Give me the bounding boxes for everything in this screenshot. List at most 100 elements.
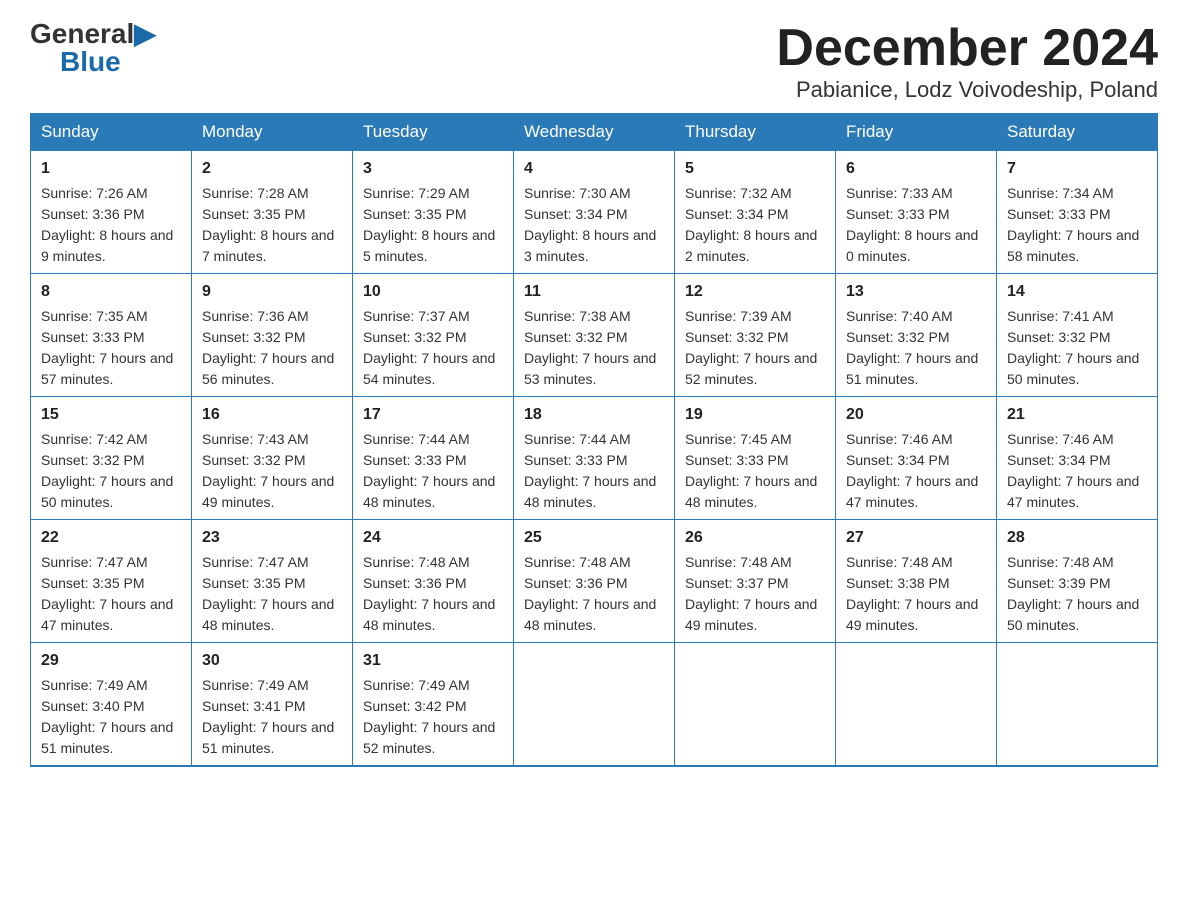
sunset-text: Sunset: 3:37 PM (685, 575, 789, 591)
day-number: 31 (363, 649, 503, 673)
page-header: General▶ Blue December 2024 Pabianice, L… (30, 20, 1158, 103)
col-header-sunday: Sunday (31, 114, 192, 151)
sunset-text: Sunset: 3:35 PM (41, 575, 145, 591)
col-header-monday: Monday (192, 114, 353, 151)
calendar-cell (997, 643, 1158, 767)
day-number: 8 (41, 280, 181, 304)
calendar-cell: 29Sunrise: 7:49 AMSunset: 3:40 PMDayligh… (31, 643, 192, 767)
day-number: 5 (685, 157, 825, 181)
sunrise-text: Sunrise: 7:37 AM (363, 308, 470, 324)
sunset-text: Sunset: 3:33 PM (846, 206, 950, 222)
day-number: 11 (524, 280, 664, 304)
calendar-cell: 8Sunrise: 7:35 AMSunset: 3:33 PMDaylight… (31, 274, 192, 397)
sunrise-text: Sunrise: 7:38 AM (524, 308, 631, 324)
sunrise-text: Sunrise: 7:48 AM (363, 554, 470, 570)
day-number: 7 (1007, 157, 1147, 181)
sunrise-text: Sunrise: 7:48 AM (685, 554, 792, 570)
sunrise-text: Sunrise: 7:34 AM (1007, 185, 1114, 201)
daylight-text: Daylight: 7 hours and 52 minutes. (363, 719, 495, 756)
calendar-cell: 22Sunrise: 7:47 AMSunset: 3:35 PMDayligh… (31, 520, 192, 643)
col-header-saturday: Saturday (997, 114, 1158, 151)
sunrise-text: Sunrise: 7:28 AM (202, 185, 309, 201)
calendar-cell: 18Sunrise: 7:44 AMSunset: 3:33 PMDayligh… (514, 397, 675, 520)
day-number: 15 (41, 403, 181, 427)
daylight-text: Daylight: 7 hours and 51 minutes. (41, 719, 173, 756)
calendar-cell: 19Sunrise: 7:45 AMSunset: 3:33 PMDayligh… (675, 397, 836, 520)
sunrise-text: Sunrise: 7:46 AM (846, 431, 953, 447)
day-number: 30 (202, 649, 342, 673)
day-number: 28 (1007, 526, 1147, 550)
sunset-text: Sunset: 3:36 PM (41, 206, 145, 222)
calendar-table: SundayMondayTuesdayWednesdayThursdayFrid… (30, 113, 1158, 767)
day-number: 6 (846, 157, 986, 181)
sunset-text: Sunset: 3:34 PM (1007, 452, 1111, 468)
sunrise-text: Sunrise: 7:49 AM (41, 677, 148, 693)
calendar-cell: 12Sunrise: 7:39 AMSunset: 3:32 PMDayligh… (675, 274, 836, 397)
sunset-text: Sunset: 3:41 PM (202, 698, 306, 714)
sunrise-text: Sunrise: 7:47 AM (202, 554, 309, 570)
sunrise-text: Sunrise: 7:44 AM (524, 431, 631, 447)
logo-general-text: General▶ (30, 20, 156, 48)
day-number: 12 (685, 280, 825, 304)
logo-blue-text: Blue (60, 48, 121, 76)
sunset-text: Sunset: 3:34 PM (685, 206, 789, 222)
sunset-text: Sunset: 3:32 PM (202, 329, 306, 345)
calendar-cell: 21Sunrise: 7:46 AMSunset: 3:34 PMDayligh… (997, 397, 1158, 520)
daylight-text: Daylight: 7 hours and 58 minutes. (1007, 227, 1139, 264)
calendar-week-2: 8Sunrise: 7:35 AMSunset: 3:33 PMDaylight… (31, 274, 1158, 397)
calendar-cell: 23Sunrise: 7:47 AMSunset: 3:35 PMDayligh… (192, 520, 353, 643)
daylight-text: Daylight: 8 hours and 0 minutes. (846, 227, 978, 264)
day-number: 16 (202, 403, 342, 427)
daylight-text: Daylight: 7 hours and 57 minutes. (41, 350, 173, 387)
calendar-cell: 9Sunrise: 7:36 AMSunset: 3:32 PMDaylight… (192, 274, 353, 397)
calendar-cell: 4Sunrise: 7:30 AMSunset: 3:34 PMDaylight… (514, 151, 675, 274)
calendar-cell: 26Sunrise: 7:48 AMSunset: 3:37 PMDayligh… (675, 520, 836, 643)
sunrise-text: Sunrise: 7:47 AM (41, 554, 148, 570)
daylight-text: Daylight: 7 hours and 48 minutes. (524, 473, 656, 510)
daylight-text: Daylight: 8 hours and 7 minutes. (202, 227, 334, 264)
sunset-text: Sunset: 3:32 PM (363, 329, 467, 345)
calendar-cell: 14Sunrise: 7:41 AMSunset: 3:32 PMDayligh… (997, 274, 1158, 397)
daylight-text: Daylight: 7 hours and 47 minutes. (41, 596, 173, 633)
calendar-cell: 25Sunrise: 7:48 AMSunset: 3:36 PMDayligh… (514, 520, 675, 643)
calendar-cell: 16Sunrise: 7:43 AMSunset: 3:32 PMDayligh… (192, 397, 353, 520)
daylight-text: Daylight: 8 hours and 3 minutes. (524, 227, 656, 264)
daylight-text: Daylight: 7 hours and 51 minutes. (846, 350, 978, 387)
calendar-cell: 13Sunrise: 7:40 AMSunset: 3:32 PMDayligh… (836, 274, 997, 397)
daylight-text: Daylight: 7 hours and 48 minutes. (524, 596, 656, 633)
sunrise-text: Sunrise: 7:30 AM (524, 185, 631, 201)
sunrise-text: Sunrise: 7:32 AM (685, 185, 792, 201)
sunset-text: Sunset: 3:32 PM (524, 329, 628, 345)
daylight-text: Daylight: 8 hours and 5 minutes. (363, 227, 495, 264)
calendar-week-5: 29Sunrise: 7:49 AMSunset: 3:40 PMDayligh… (31, 643, 1158, 767)
sunrise-text: Sunrise: 7:40 AM (846, 308, 953, 324)
day-number: 18 (524, 403, 664, 427)
day-number: 9 (202, 280, 342, 304)
sunset-text: Sunset: 3:32 PM (202, 452, 306, 468)
sunset-text: Sunset: 3:32 PM (41, 452, 145, 468)
sunset-text: Sunset: 3:36 PM (524, 575, 628, 591)
sunset-text: Sunset: 3:35 PM (363, 206, 467, 222)
sunrise-text: Sunrise: 7:35 AM (41, 308, 148, 324)
day-number: 27 (846, 526, 986, 550)
daylight-text: Daylight: 7 hours and 54 minutes. (363, 350, 495, 387)
sunrise-text: Sunrise: 7:45 AM (685, 431, 792, 447)
calendar-cell: 28Sunrise: 7:48 AMSunset: 3:39 PMDayligh… (997, 520, 1158, 643)
page-subtitle: Pabianice, Lodz Voivodeship, Poland (776, 77, 1158, 103)
calendar-cell: 6Sunrise: 7:33 AMSunset: 3:33 PMDaylight… (836, 151, 997, 274)
calendar-cell: 3Sunrise: 7:29 AMSunset: 3:35 PMDaylight… (353, 151, 514, 274)
calendar-cell: 5Sunrise: 7:32 AMSunset: 3:34 PMDaylight… (675, 151, 836, 274)
daylight-text: Daylight: 7 hours and 47 minutes. (1007, 473, 1139, 510)
daylight-text: Daylight: 7 hours and 49 minutes. (685, 596, 817, 633)
calendar-cell: 24Sunrise: 7:48 AMSunset: 3:36 PMDayligh… (353, 520, 514, 643)
daylight-text: Daylight: 7 hours and 50 minutes. (1007, 596, 1139, 633)
sunrise-text: Sunrise: 7:48 AM (846, 554, 953, 570)
day-number: 24 (363, 526, 503, 550)
sunset-text: Sunset: 3:32 PM (846, 329, 950, 345)
sunrise-text: Sunrise: 7:48 AM (1007, 554, 1114, 570)
daylight-text: Daylight: 7 hours and 49 minutes. (202, 473, 334, 510)
sunset-text: Sunset: 3:33 PM (1007, 206, 1111, 222)
daylight-text: Daylight: 7 hours and 50 minutes. (1007, 350, 1139, 387)
calendar-cell (675, 643, 836, 767)
day-number: 2 (202, 157, 342, 181)
